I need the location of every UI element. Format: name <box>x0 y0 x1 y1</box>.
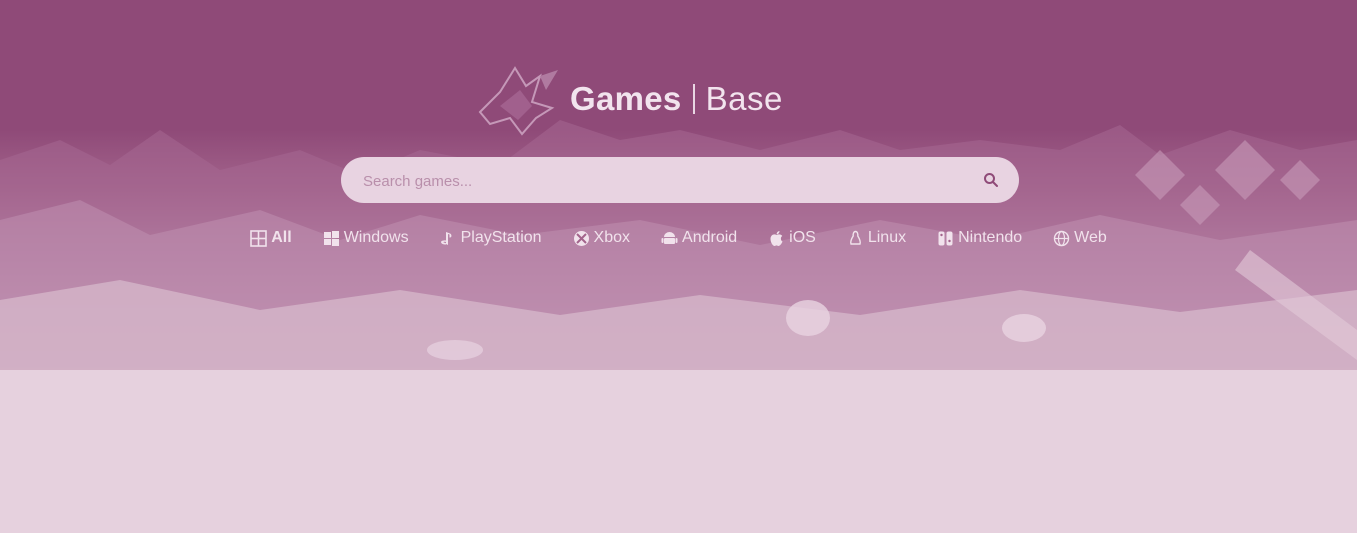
windows-icon <box>323 230 339 246</box>
platform-label: Linux <box>867 229 907 246</box>
logo-games-text: Games <box>570 80 682 117</box>
platform-linux[interactable]: Linux <box>847 226 906 250</box>
platform-android[interactable]: Android <box>661 226 737 250</box>
platform-ios[interactable]: iOS <box>768 226 816 250</box>
search-bar <box>341 157 1019 205</box>
apple-icon <box>770 230 783 246</box>
platform-xbox[interactable]: Xbox <box>573 226 630 250</box>
platform-label: iOS <box>789 229 816 246</box>
hero-banner: Games Base All Windows PlayStation <box>0 0 1357 370</box>
platform-windows[interactable]: Windows <box>323 226 409 250</box>
platform-label: Windows <box>343 229 409 246</box>
platform-label: PlayStation <box>460 229 542 246</box>
platform-label: All <box>271 229 292 246</box>
logo-separator <box>692 84 695 114</box>
platform-web[interactable]: Web <box>1053 226 1107 250</box>
playstation-icon <box>440 231 452 245</box>
platform-nintendo[interactable]: Nintendo <box>937 226 1022 250</box>
main-content <box>0 370 1357 533</box>
grid-icon <box>250 229 268 247</box>
globe-icon <box>1053 230 1070 246</box>
platform-nav: All Windows PlayStation Xbox Android iOS… <box>0 226 1357 250</box>
platform-playstation[interactable]: PlayStation <box>440 226 542 250</box>
platform-all[interactable]: All <box>250 226 292 250</box>
platform-label: Nintendo <box>958 229 1023 246</box>
logo-base-text: Base <box>705 80 783 117</box>
xbox-icon <box>573 230 589 246</box>
android-icon <box>661 231 678 244</box>
site-logo[interactable]: Games Base <box>470 62 800 138</box>
search-icon <box>984 173 998 187</box>
platform-label: Xbox <box>593 229 631 246</box>
search-button[interactable] <box>981 170 1001 190</box>
linux-icon <box>849 230 861 245</box>
platform-label: Web <box>1074 229 1107 246</box>
dragon-logo-icon <box>478 66 558 136</box>
logo-wordmark: Games Base <box>570 80 783 118</box>
platform-label: Android <box>682 229 738 246</box>
search-input[interactable] <box>361 157 965 205</box>
nintendo-icon <box>938 231 953 245</box>
